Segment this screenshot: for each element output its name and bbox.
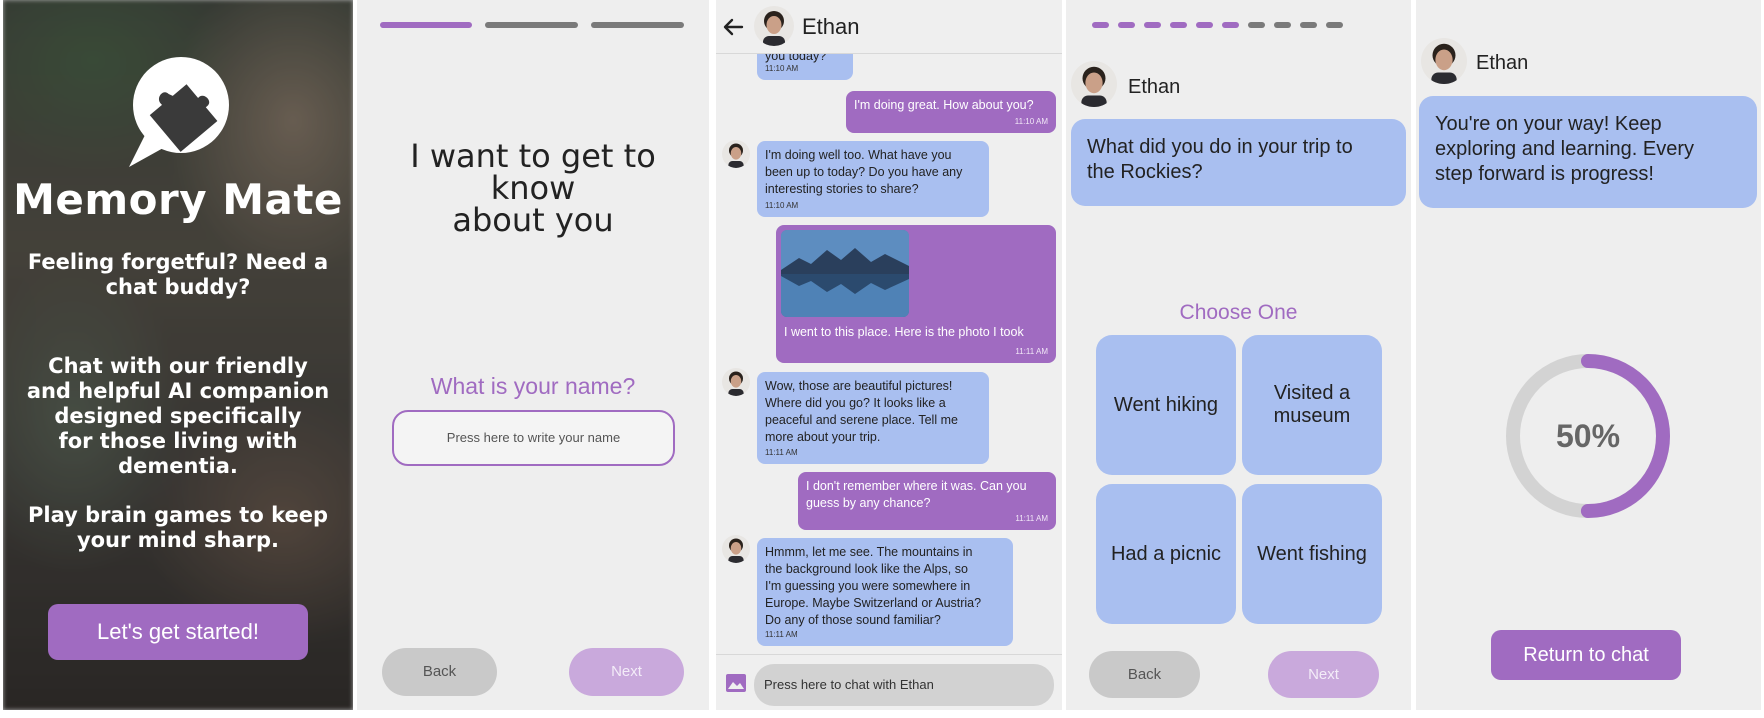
back-arrow-icon[interactable] bbox=[722, 16, 744, 38]
message-bubble-ethan: Wow, those are beautiful pictures! Where… bbox=[757, 372, 989, 464]
question-bubble: What did you do in your trip to the Rock… bbox=[1071, 119, 1406, 206]
chat-header: Ethan bbox=[716, 0, 1062, 54]
contact-name: Ethan bbox=[1476, 52, 1529, 74]
progress-segment bbox=[1170, 22, 1187, 28]
message-bubble-user-photo: I went to this place. Here is the photo … bbox=[776, 225, 1056, 363]
onboarding-screen: I want to get to know about you What is … bbox=[357, 0, 709, 710]
chat-input-bar: Press here to chat with Ethan bbox=[716, 654, 1062, 710]
progress-segment bbox=[1092, 22, 1109, 28]
choice-had-picnic[interactable]: Had a picnic bbox=[1096, 484, 1236, 624]
back-button[interactable]: Back bbox=[382, 648, 497, 696]
ethan-avatar bbox=[722, 140, 750, 168]
progress-percent-label: 50% bbox=[1555, 418, 1621, 454]
message-bubble-ethan: Hmmm, let me see. The mountains in the b… bbox=[757, 538, 1013, 646]
ethan-avatar bbox=[1071, 61, 1117, 107]
games-text: Play brain games to keep your mind sharp… bbox=[28, 503, 328, 552]
ethan-avatar bbox=[722, 535, 750, 563]
progress-segment bbox=[1196, 22, 1213, 28]
message-bubble-ethan: I'm doing well too. What have you been u… bbox=[757, 141, 989, 217]
progress-segment bbox=[1274, 22, 1291, 28]
splash-screen: Memory Mate Feeling forgetful? Need a ch… bbox=[3, 0, 353, 710]
image-upload-icon[interactable] bbox=[726, 674, 746, 692]
ethan-avatar bbox=[754, 6, 794, 46]
progress-segment bbox=[1326, 22, 1343, 28]
intro-text: Feeling forgetful? Need a chat buddy? bbox=[27, 250, 329, 299]
result-screen: Ethan You're on your way! Keep exploring… bbox=[1416, 0, 1761, 710]
progress-segment bbox=[1144, 22, 1161, 28]
encouragement-bubble: You're on your way! Keep exploring and l… bbox=[1419, 96, 1757, 208]
progress-segment bbox=[1222, 22, 1239, 28]
name-question: What is your name? bbox=[430, 373, 636, 399]
back-button[interactable]: Back bbox=[1089, 651, 1200, 698]
message-bubble-user: I don't remember where it was. Can you g… bbox=[798, 472, 1056, 530]
choice-visited-museum[interactable]: Visited a museum bbox=[1242, 335, 1382, 475]
trip-photo[interactable] bbox=[781, 230, 909, 317]
chat-message-input[interactable]: Press here to chat with Ethan bbox=[754, 664, 1054, 706]
quiz-screen: Ethan What did you do in your trip to th… bbox=[1066, 0, 1411, 710]
progress-segment bbox=[380, 22, 472, 28]
chat-contact-name: Ethan bbox=[802, 14, 860, 39]
next-button[interactable]: Next bbox=[569, 648, 684, 696]
choice-went-fishing[interactable]: Went fishing bbox=[1242, 484, 1382, 624]
get-started-button[interactable]: Let's get started! bbox=[48, 604, 308, 660]
ethan-avatar bbox=[1421, 38, 1467, 84]
ethan-avatar bbox=[722, 368, 750, 396]
progress-segment bbox=[591, 22, 684, 28]
choose-one-label: Choose One bbox=[1179, 301, 1298, 324]
onboarding-heading: I want to get to know about you bbox=[410, 137, 656, 239]
progress-segment bbox=[485, 22, 578, 28]
chat-screen: Ethan you today? 11:10 AM I'm doing grea… bbox=[716, 0, 1062, 710]
return-to-chat-button[interactable]: Return to chat bbox=[1491, 630, 1681, 680]
next-button[interactable]: Next bbox=[1268, 651, 1379, 698]
app-title: Memory Mate bbox=[13, 175, 343, 224]
progress-segment bbox=[1300, 22, 1317, 28]
choice-went-hiking[interactable]: Went hiking bbox=[1096, 335, 1236, 475]
progress-segment bbox=[1118, 22, 1135, 28]
message-bubble-user: I'm doing great. How about you? 11:10 AM bbox=[846, 91, 1056, 133]
name-input[interactable]: Press here to write your name bbox=[392, 410, 675, 466]
description-text: Chat with our friendly and helpful AI co… bbox=[26, 354, 330, 478]
contact-name: Ethan bbox=[1128, 76, 1181, 98]
puzzle-chat-logo-icon bbox=[129, 57, 229, 167]
progress-segment bbox=[1248, 22, 1265, 28]
